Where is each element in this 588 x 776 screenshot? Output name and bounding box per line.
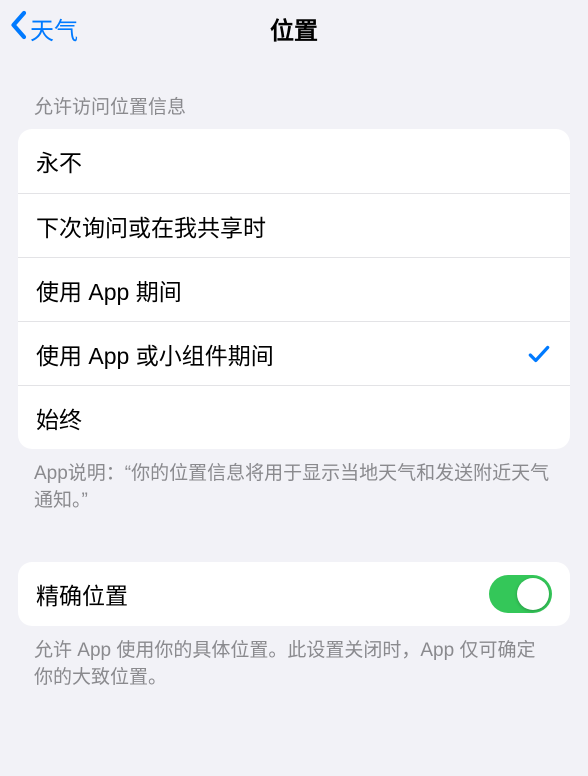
precise-group: 精确位置 [18, 562, 570, 626]
option-never[interactable]: 永不 [18, 129, 570, 193]
option-ask-next-time[interactable]: 下次询问或在我共享时 [18, 193, 570, 257]
chevron-left-icon [8, 10, 28, 47]
option-label: 使用 App 期间 [36, 273, 182, 307]
back-button[interactable]: 天气 [0, 10, 78, 47]
option-label: 始终 [36, 401, 82, 435]
precise-location-row: 精确位置 [18, 562, 570, 626]
option-while-using-app[interactable]: 使用 App 期间 [18, 257, 570, 321]
switch-thumb [517, 578, 549, 610]
precise-label: 精确位置 [36, 577, 128, 611]
option-label: 下次询问或在我共享时 [36, 209, 266, 243]
section-header-access: 允许访问位置信息 [0, 56, 588, 129]
section-footer-access: App说明：“你的位置信息将用于显示当地天气和发送附近天气通知。” [0, 449, 588, 514]
section-footer-precise: 允许 App 使用你的具体位置。此设置关闭时，App 仅可确定你的大致位置。 [0, 626, 588, 691]
checkmark-icon [526, 341, 552, 367]
access-options-group: 永不 下次询问或在我共享时 使用 App 期间 使用 App 或小组件期间 始终 [18, 129, 570, 449]
option-label: 永不 [36, 144, 82, 178]
option-label: 使用 App 或小组件期间 [36, 337, 274, 371]
option-while-using-widgets[interactable]: 使用 App 或小组件期间 [18, 321, 570, 385]
nav-bar: 天气 位置 [0, 0, 588, 56]
page-title: 位置 [0, 11, 588, 46]
option-always[interactable]: 始终 [18, 385, 570, 449]
back-label: 天气 [30, 11, 78, 46]
precise-location-switch[interactable] [489, 575, 552, 613]
